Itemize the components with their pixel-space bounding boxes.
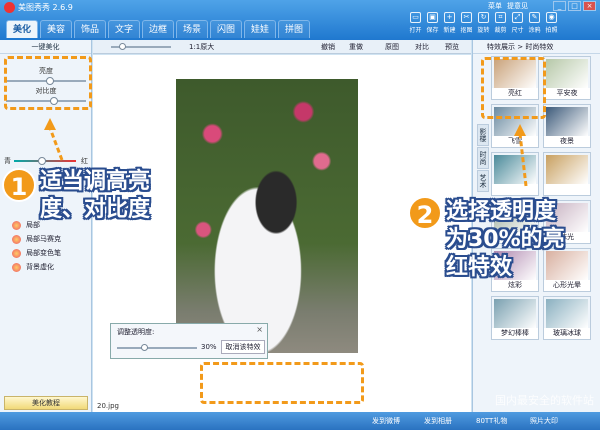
step-2-text: 选择透明度 为30%的亮 红特效	[446, 199, 565, 280]
step-2-badge: 2	[408, 196, 442, 230]
step-1-badge: 1	[2, 168, 36, 202]
step-1-text: 适当调高亮 度、对比度	[40, 169, 151, 222]
watermark: 国内最安全的软件站	[495, 394, 594, 407]
